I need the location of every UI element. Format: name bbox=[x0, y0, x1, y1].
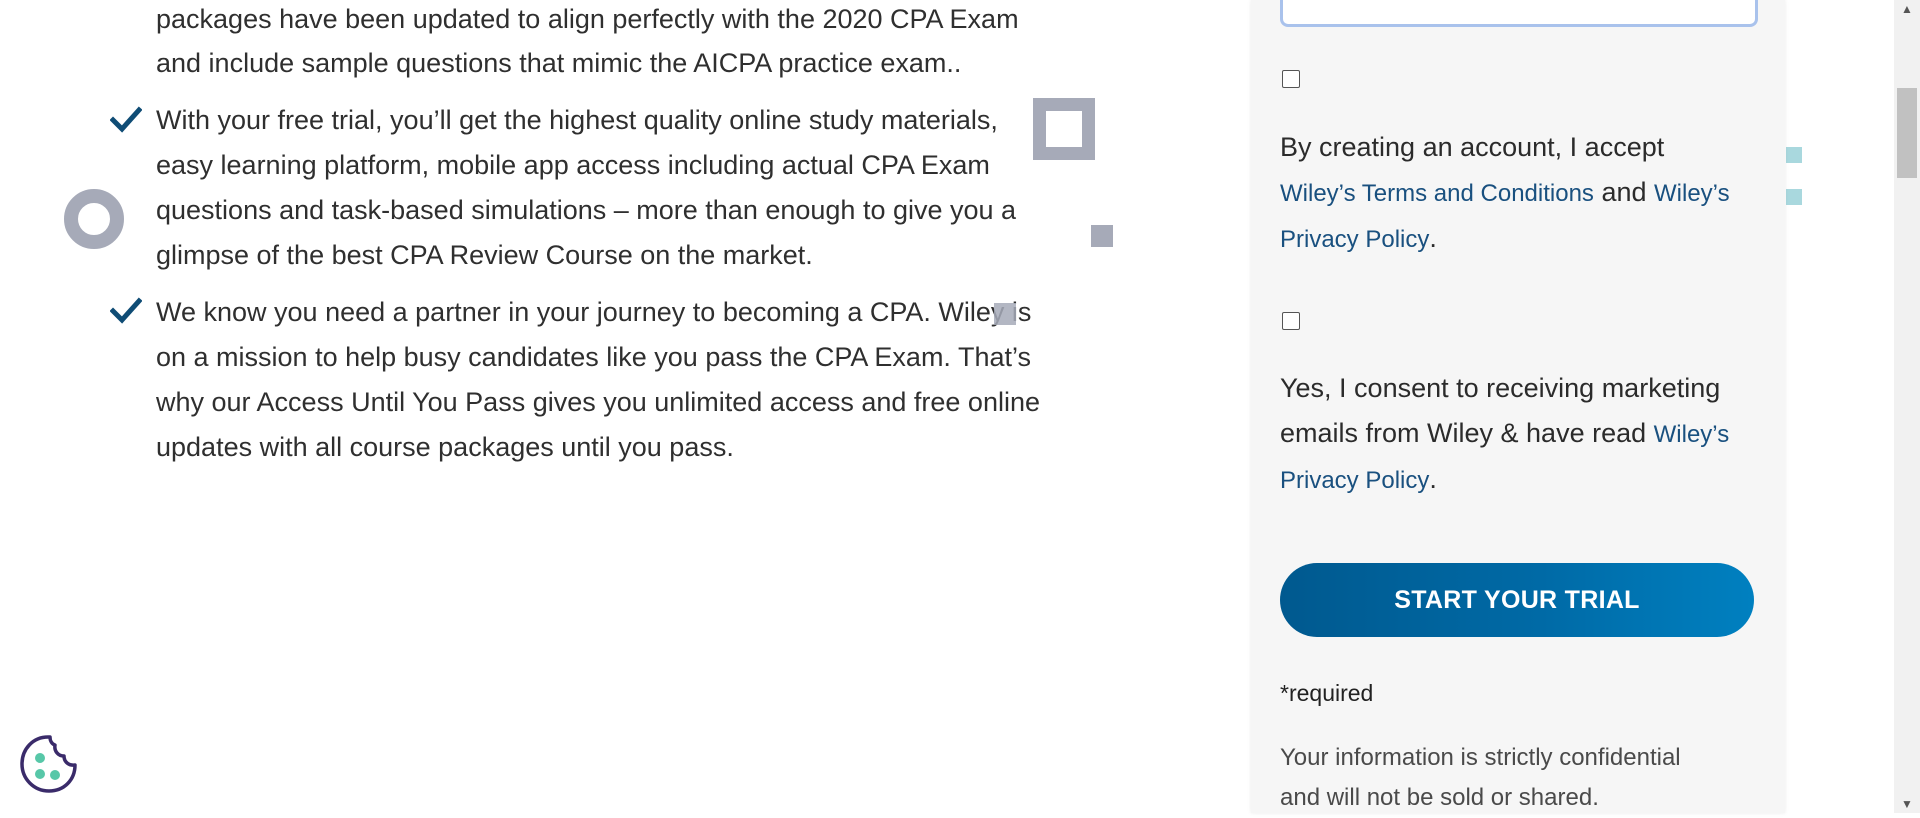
benefit-1-line-2: and include sample questions that mimic … bbox=[156, 48, 962, 78]
terms-consent-text: By creating an account, I accept Wiley’s… bbox=[1280, 125, 1770, 262]
marketing-period: . bbox=[1429, 464, 1437, 494]
signup-form-panel: By creating an account, I accept Wiley’s… bbox=[1251, 0, 1785, 813]
benefit-2-line-3: questions and task-based simulations – m… bbox=[156, 195, 1017, 225]
confidentiality-line-1: Your information is strictly confidentia… bbox=[1280, 744, 1681, 771]
marketing-consent-text: Yes, I consent to receiving marketing em… bbox=[1280, 366, 1770, 503]
terms-period: . bbox=[1429, 223, 1437, 253]
marketing-consent-checkbox[interactable] bbox=[1282, 312, 1300, 330]
scroll-up-arrow-icon[interactable]: ▲ bbox=[1894, 0, 1920, 18]
terms-and-conditions-link[interactable]: Wiley’s Terms and Conditions bbox=[1280, 180, 1594, 207]
marketing-line-1: Yes, I consent to receiving marketing bbox=[1280, 373, 1721, 403]
privacy-policy-link-part-1[interactable]: Wiley’s bbox=[1654, 180, 1730, 207]
marketing-line-2: emails from Wiley & have read bbox=[1280, 418, 1647, 448]
marketing-privacy-link-part-1[interactable]: Wiley’s bbox=[1654, 421, 1730, 448]
confidentiality-note: Your information is strictly confidentia… bbox=[1280, 738, 1750, 818]
privacy-policy-link-part-2[interactable]: Privacy Policy bbox=[1280, 226, 1429, 253]
cookie-icon[interactable] bbox=[17, 733, 79, 795]
decorative-small-square-shape bbox=[994, 303, 1016, 325]
scrollbar-thumb[interactable] bbox=[1897, 88, 1917, 178]
benefit-3-line-3: why our Access Until You Pass gives you … bbox=[156, 387, 1040, 417]
confidentiality-line-2: and will not be sold or shared. bbox=[1280, 784, 1599, 811]
terms-checkbox[interactable] bbox=[1282, 70, 1300, 88]
benefit-1-line-1: packages have been updated to align perf… bbox=[156, 4, 1019, 34]
checkmark-icon bbox=[110, 106, 142, 133]
benefit-3-line-1: We know you need a partner in your journ… bbox=[156, 297, 1032, 327]
benefit-2-line-1: With your free trial, you’ll get the hig… bbox=[156, 105, 998, 135]
decorative-ring-shape bbox=[64, 189, 124, 249]
decorative-small-square-shape bbox=[1091, 225, 1113, 247]
start-trial-button[interactable]: START YOUR TRIAL bbox=[1280, 563, 1754, 637]
required-note: *required bbox=[1280, 680, 1374, 706]
decorative-teal-marks-shape bbox=[1786, 147, 1802, 205]
form-text-input[interactable] bbox=[1280, 0, 1758, 27]
benefit-2-line-2: easy learning platform, mobile app acces… bbox=[156, 150, 990, 180]
terms-line-1: By creating an account, I accept bbox=[1280, 132, 1665, 162]
benefit-3-line-4: updates with all course packages until y… bbox=[156, 432, 734, 462]
benefit-3-line-2: on a mission to help busy candidates lik… bbox=[156, 342, 1031, 372]
checkmark-icon bbox=[110, 297, 142, 324]
page-scrollbar[interactable]: ▲ ▼ bbox=[1894, 0, 1920, 813]
decorative-square-outline-shape bbox=[1033, 98, 1095, 160]
benefit-2-line-4: glimpse of the best CPA Review Course on… bbox=[156, 240, 813, 270]
marketing-privacy-link-part-2[interactable]: Privacy Policy bbox=[1280, 467, 1429, 494]
terms-and-text: and bbox=[1601, 177, 1647, 207]
scroll-down-arrow-icon[interactable]: ▼ bbox=[1894, 795, 1920, 813]
